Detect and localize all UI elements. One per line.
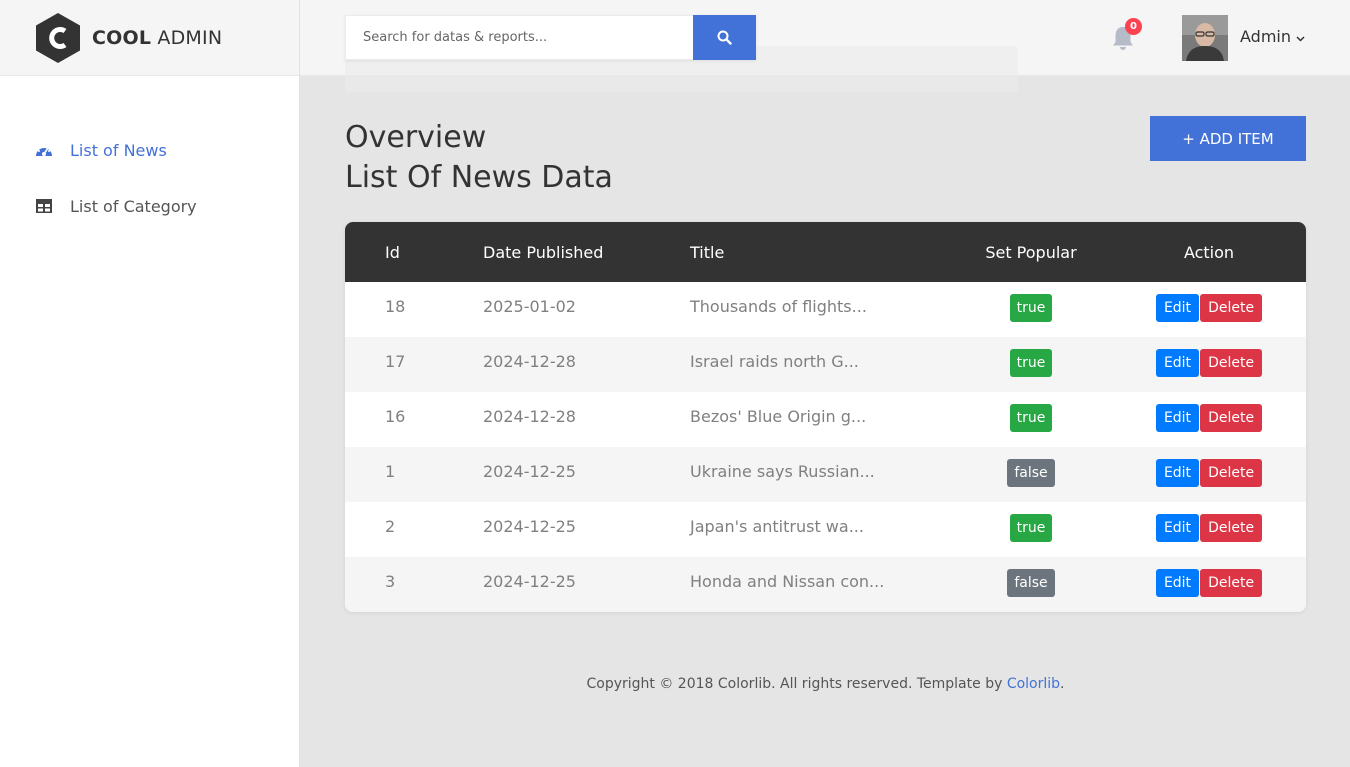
cell-id: 1: [385, 462, 396, 481]
cell-popular: true: [950, 502, 1112, 557]
cell-id: 16: [385, 407, 406, 426]
edit-button[interactable]: Edit: [1155, 294, 1200, 322]
edit-button[interactable]: Edit: [1155, 459, 1200, 487]
cell-title: Thousands of flights...: [690, 297, 867, 316]
cell-title: Honda and Nissan con...: [690, 572, 885, 591]
cell-id: 2: [385, 517, 396, 536]
edit-button[interactable]: Edit: [1155, 514, 1200, 542]
cell-title: Japan's antitrust wa...: [690, 517, 864, 536]
cell-date: 2024-12-25: [483, 572, 576, 591]
cell-action: Edit Delete: [1112, 557, 1306, 612]
cell-popular: true: [950, 282, 1112, 337]
cell-popular: false: [950, 557, 1112, 612]
footer: Copyright © 2018 Colorlib. All rights re…: [345, 676, 1306, 692]
popular-badge[interactable]: true: [1009, 294, 1053, 322]
cell-action: Edit Delete: [1112, 392, 1306, 447]
table-row: 17 2024-12-28 Israel raids north G... true E…: [345, 337, 1306, 392]
cell-date: 2024-12-28: [483, 352, 576, 371]
table-row: 3 2024-12-25 Honda and Nissan con... false E…: [345, 557, 1306, 612]
search-icon: [717, 30, 732, 45]
sidebar-item-label: List of Category: [70, 196, 197, 216]
logo[interactable]: COOL ADMIN: [0, 0, 299, 76]
cell-date: 2024-12-28: [483, 407, 576, 426]
delete-button[interactable]: Delete: [1200, 569, 1263, 597]
account-name: Admin: [1240, 27, 1291, 46]
popular-badge[interactable]: true: [1009, 349, 1053, 377]
notification-badge: 0: [1125, 18, 1142, 35]
cell-action: Edit Delete: [1112, 502, 1306, 557]
cell-action: Edit Delete: [1112, 337, 1306, 392]
search-input[interactable]: [345, 15, 693, 60]
delete-button[interactable]: Delete: [1200, 349, 1263, 377]
sidebar-item-label: List of News: [70, 140, 167, 160]
popular-badge[interactable]: true: [1009, 404, 1053, 432]
column-header-popular[interactable]: Set Popular: [950, 222, 1112, 282]
column-header-date[interactable]: Date Published: [483, 222, 690, 282]
column-header-title[interactable]: Title: [690, 222, 950, 282]
delete-button[interactable]: Delete: [1200, 514, 1263, 542]
popular-badge[interactable]: false: [1007, 459, 1055, 487]
table-icon: [34, 197, 54, 215]
table-row: 1 2024-12-25 Ukraine says Russian... false E…: [345, 447, 1306, 502]
column-header-id[interactable]: Id: [345, 222, 483, 282]
column-header-action: Action: [1183, 242, 1235, 262]
sidebar-item-list-of-news[interactable]: List of News: [0, 122, 299, 178]
sidebar-nav: List of News List of Category: [0, 76, 299, 234]
cell-date: 2024-12-25: [483, 517, 576, 536]
cell-action: Edit Delete: [1112, 282, 1306, 337]
search-button[interactable]: [693, 15, 756, 60]
cell-popular: true: [950, 392, 1112, 447]
table-row: 18 2025-01-02 Thousands of flights... true E…: [345, 282, 1306, 337]
search-form: [345, 15, 756, 60]
edit-button[interactable]: Edit: [1155, 349, 1200, 377]
popular-badge[interactable]: false: [1007, 569, 1055, 597]
delete-button[interactable]: Delete: [1200, 294, 1263, 322]
table-row: 16 2024-12-28 Bezos' Blue Origin g... true E…: [345, 392, 1306, 447]
logo-hexagon-icon: [34, 12, 82, 64]
cell-title: Israel raids north G...: [690, 352, 859, 371]
cell-action: Edit Delete: [1112, 447, 1306, 502]
edit-button[interactable]: Edit: [1155, 404, 1200, 432]
delete-button[interactable]: Delete: [1200, 459, 1263, 487]
page-title: List Of News Data: [345, 160, 613, 195]
overview-title: Overview: [345, 120, 487, 155]
account-menu[interactable]: Admin: [1240, 27, 1305, 46]
colorlib-link[interactable]: Colorlib: [1007, 676, 1060, 692]
avatar[interactable]: [1182, 15, 1228, 61]
sidebar-item-list-of-category[interactable]: List of Category: [0, 178, 299, 234]
cell-date: 2025-01-02: [483, 297, 576, 316]
cell-popular: false: [950, 447, 1112, 502]
logo-text: COOL ADMIN: [92, 26, 223, 49]
table-row: 2 2024-12-25 Japan's antitrust wa... true Ed…: [345, 502, 1306, 557]
tachometer-icon: [34, 141, 54, 159]
delete-button[interactable]: Delete: [1200, 404, 1263, 432]
cell-popular: true: [950, 337, 1112, 392]
table-header-row: Id Date Published Title Set Popular Acti…: [345, 222, 1306, 282]
chevron-down-icon: [1296, 27, 1305, 46]
top-header: 0 Admin: [300, 0, 1350, 92]
cell-date: 2024-12-25: [483, 462, 576, 481]
popular-badge[interactable]: true: [1009, 514, 1053, 542]
sidebar: COOL ADMIN List of News List of Category: [0, 0, 300, 767]
cell-id: 17: [385, 352, 406, 371]
cell-title: Bezos' Blue Origin g...: [690, 407, 867, 426]
cell-title: Ukraine says Russian...: [690, 462, 875, 481]
notification-bell[interactable]: 0: [1110, 18, 1142, 52]
footer-period: .: [1060, 676, 1065, 692]
table-body: 18 2025-01-02 Thousands of flights... true E…: [345, 282, 1306, 612]
copyright-text: Copyright © 2018 Colorlib. All rights re…: [586, 676, 1007, 692]
add-item-button[interactable]: + ADD ITEM: [1150, 116, 1306, 161]
cell-id: 18: [385, 297, 406, 316]
cell-id: 3: [385, 572, 396, 591]
news-table: Id Date Published Title Set Popular Acti…: [345, 222, 1306, 612]
edit-button[interactable]: Edit: [1155, 569, 1200, 597]
